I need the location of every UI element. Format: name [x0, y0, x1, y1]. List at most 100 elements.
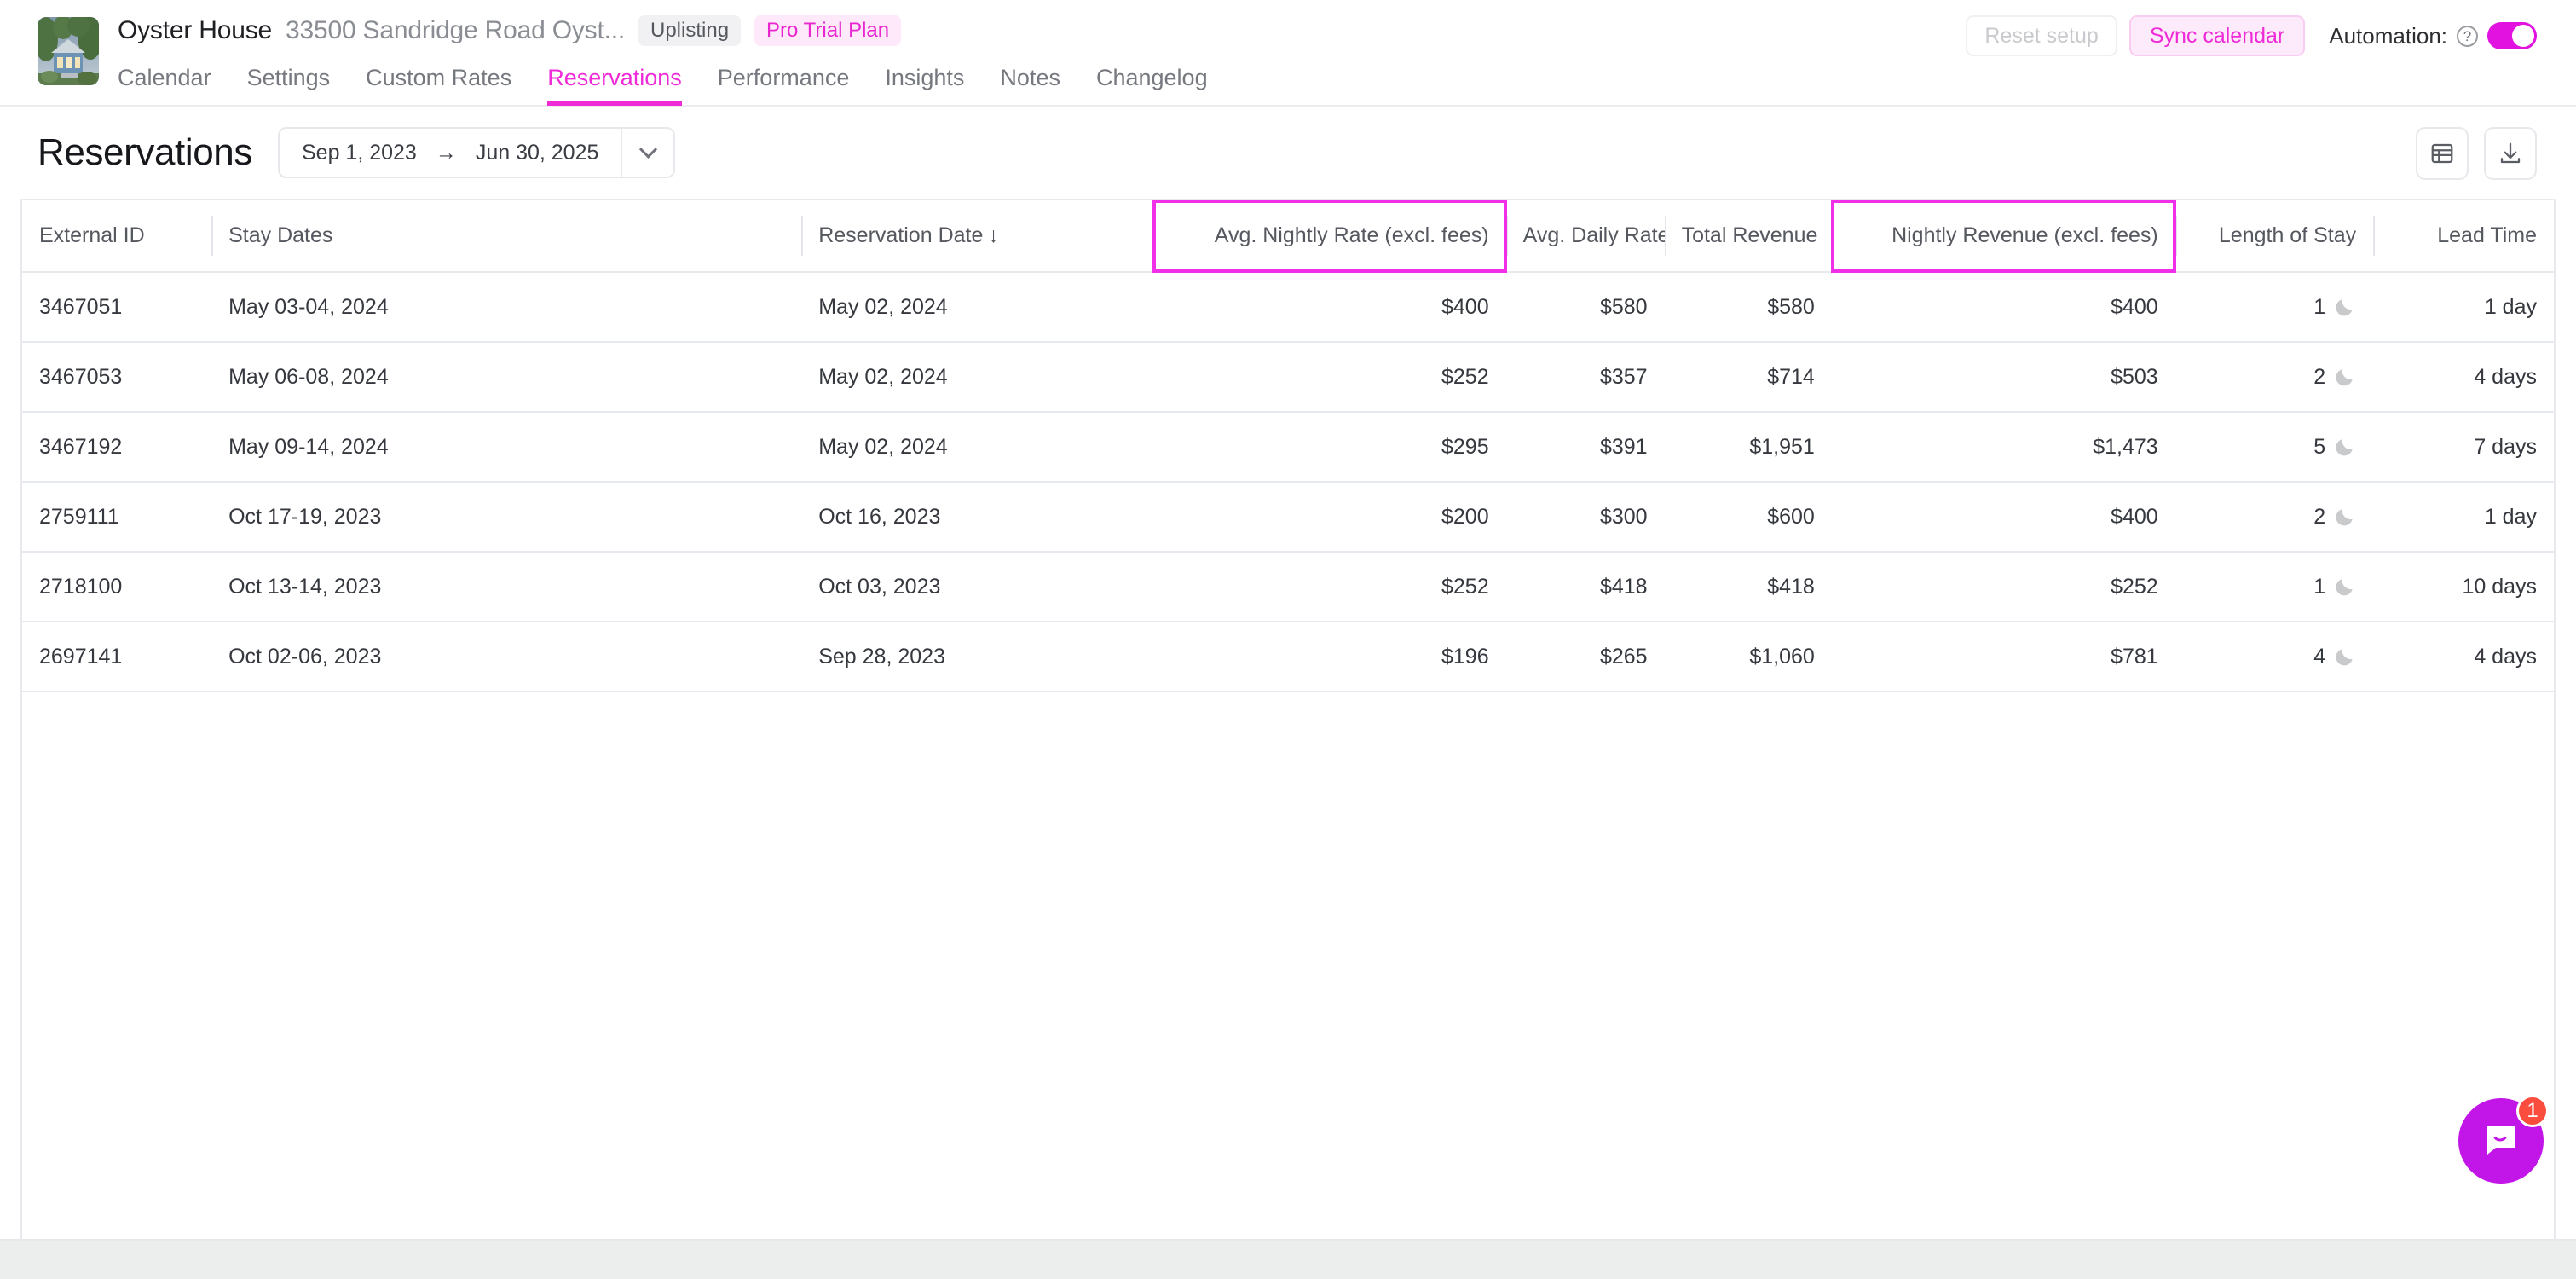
sort-descending-icon: ↓ [988, 223, 999, 247]
length-of-stay-nights: 1 [2313, 574, 2326, 599]
table-row[interactable]: 3467053 May 06-08, 2024 May 02, 2024 $252 $3… [22, 342, 2554, 412]
toggle-knob [2512, 25, 2534, 47]
cell-length-of-stay: 1 [2175, 272, 2373, 342]
cell-reservation-date: Oct 03, 2023 [818, 574, 941, 599]
cell-nightly-revenue: $252 [2111, 574, 2158, 599]
download-icon [2498, 141, 2523, 166]
date-range-dropdown-button[interactable] [621, 129, 673, 177]
table-view-button[interactable] [2416, 127, 2469, 180]
cell-total-revenue: $418 [1767, 574, 1815, 599]
col-header-nightly-revenue[interactable]: Nightly Revenue (excl. fees) [1830, 200, 2176, 273]
column-divider [801, 216, 804, 256]
length-of-stay-nights: 4 [2313, 644, 2326, 668]
col-header-length-of-stay[interactable]: Length of Stay [2175, 200, 2374, 272]
length-of-stay-nights: 1 [2313, 294, 2326, 319]
col-header-external-id-label: External ID [39, 223, 145, 247]
cell-nightly-revenue: $503 [2111, 364, 2158, 389]
length-of-stay-value: 2 [2192, 505, 2356, 530]
date-to: Jun 30, 2025 [475, 140, 599, 165]
length-of-stay-value: 1 [2192, 575, 2356, 599]
cell-avg-daily-rate: $580 [1599, 294, 1648, 319]
cell-external-id: 3467053 [39, 364, 123, 389]
col-header-avg-nightly-rate-label: Avg. Nightly Rate (excl. fees) [1214, 223, 1489, 247]
col-header-avg-daily-rate[interactable]: Avg. Daily Rate [1505, 200, 1669, 272]
property-photo-cabin-thumbnail[interactable] [38, 17, 99, 85]
cell-length-of-stay: 2 [2175, 342, 2373, 412]
table-row[interactable]: 2697141 Oct 02-06, 2023 Sep 28, 2023 $196 $2… [22, 622, 2554, 692]
cell-lead-time: 7 days [2474, 434, 2537, 459]
col-header-stay-dates[interactable]: Stay Dates [211, 200, 802, 272]
page-header-actions [2416, 127, 2537, 180]
cell-avg-nightly-rate: $252 [1441, 364, 1489, 389]
table-icon [2429, 141, 2455, 166]
cell-avg-nightly-rate: $196 [1441, 644, 1489, 668]
length-of-stay-value: 4 [2192, 645, 2356, 669]
cell-nightly-revenue: $781 [2111, 644, 2158, 668]
col-header-length-of-stay-label: Length of Stay [2218, 223, 2357, 247]
column-divider [2373, 216, 2376, 256]
date-from: Sep 1, 2023 [301, 140, 417, 165]
col-header-lead-time[interactable]: Lead Time [2373, 200, 2554, 272]
nav-item-performance[interactable]: Performance [718, 67, 850, 106]
date-range-picker[interactable]: Sep 1, 2023 → Jun 30, 2025 [277, 127, 676, 178]
col-header-avg-nightly-rate[interactable]: Avg. Nightly Rate (excl. fees) [1152, 200, 1507, 273]
nav-item-settings[interactable]: Settings [247, 67, 331, 106]
cell-reservation-date: Oct 16, 2023 [818, 504, 941, 529]
nav-item-calendar[interactable]: Calendar [118, 67, 211, 106]
col-header-avg-daily-rate-label: Avg. Daily Rate [1522, 223, 1670, 247]
cell-lead-time: 10 days [2462, 574, 2537, 599]
intercom-chat-button[interactable]: 1 [2458, 1095, 2549, 1184]
table-row[interactable]: 2759111 Oct 17-19, 2023 Oct 16, 2023 $200 $3… [22, 482, 2554, 552]
nav-item-insights[interactable]: Insights [885, 67, 964, 106]
col-header-reservation-date[interactable]: Reservation Date ↓ [801, 200, 1154, 272]
moon-icon [2334, 576, 2356, 598]
table-row[interactable]: 3467192 May 09-14, 2024 May 02, 2024 $295 $3… [22, 412, 2554, 482]
cell-external-id: 3467051 [39, 294, 123, 319]
cell-total-revenue: $600 [1767, 504, 1815, 529]
intercom-unread-badge: 1 [2516, 1095, 2549, 1127]
cell-lead-time: 1 day [2484, 504, 2537, 529]
reservations-table: External ID Stay Dates Reservation Date ↓… [22, 200, 2554, 692]
table-row[interactable]: 2718100 Oct 13-14, 2023 Oct 03, 2023 $252 $4… [22, 552, 2554, 622]
property-name: Oyster House [118, 16, 272, 44]
cell-stay-dates: May 06-08, 2024 [228, 364, 389, 389]
help-question-icon[interactable]: ? [2457, 25, 2478, 47]
moon-icon [2334, 436, 2356, 458]
table-row[interactable]: 3467051 May 03-04, 2024 May 02, 2024 $400 $5… [22, 272, 2554, 342]
length-of-stay-nights: 5 [2313, 434, 2326, 459]
automation-control: Automation: ? [2329, 22, 2537, 49]
nav-item-custom-rates[interactable]: Custom Rates [366, 67, 511, 106]
cell-lead-time: 4 days [2474, 364, 2537, 389]
length-of-stay-nights: 2 [2313, 364, 2326, 389]
col-header-external-id[interactable]: External ID [22, 200, 212, 272]
nav-item-reservations[interactable]: Reservations [547, 67, 682, 106]
reset-setup-button[interactable]: Reset setup [1966, 15, 2117, 56]
cell-external-id: 2759111 [39, 504, 119, 529]
page-footer-strip [0, 1241, 2576, 1279]
cell-total-revenue: $580 [1767, 294, 1815, 319]
nav-item-notes[interactable]: Notes [1000, 67, 1060, 106]
automation-toggle[interactable] [2487, 22, 2537, 49]
cell-external-id: 2718100 [39, 574, 123, 599]
nav-item-changelog[interactable]: Changelog [1096, 67, 1208, 106]
cell-avg-daily-rate: $300 [1599, 504, 1648, 529]
main-nav: Calendar Settings Custom Rates Reservati… [118, 58, 2538, 106]
cell-length-of-stay: 1 [2175, 552, 2373, 622]
length-of-stay-value: 5 [2192, 435, 2356, 460]
cell-avg-daily-rate: $418 [1599, 574, 1648, 599]
date-range-values[interactable]: Sep 1, 2023 → Jun 30, 2025 [280, 129, 621, 177]
page-title: Reservations [38, 131, 252, 173]
length-of-stay-nights: 2 [2313, 504, 2326, 529]
chevron-down-icon [638, 140, 658, 159]
col-header-total-revenue-label: Total Revenue [1681, 223, 1818, 247]
export-download-button[interactable] [2484, 127, 2537, 180]
column-divider [1664, 216, 1666, 256]
automation-label: Automation: [2329, 22, 2447, 49]
cell-avg-daily-rate: $265 [1599, 644, 1648, 668]
sync-calendar-button[interactable]: Sync calendar [2128, 15, 2306, 56]
table-body: 3467051 May 03-04, 2024 May 02, 2024 $400 $5… [22, 272, 2554, 692]
cell-length-of-stay: 4 [2175, 622, 2373, 692]
cell-stay-dates: Oct 17-19, 2023 [228, 504, 382, 529]
col-header-total-revenue[interactable]: Total Revenue [1664, 200, 1832, 272]
cell-lead-time: 1 day [2484, 294, 2537, 319]
